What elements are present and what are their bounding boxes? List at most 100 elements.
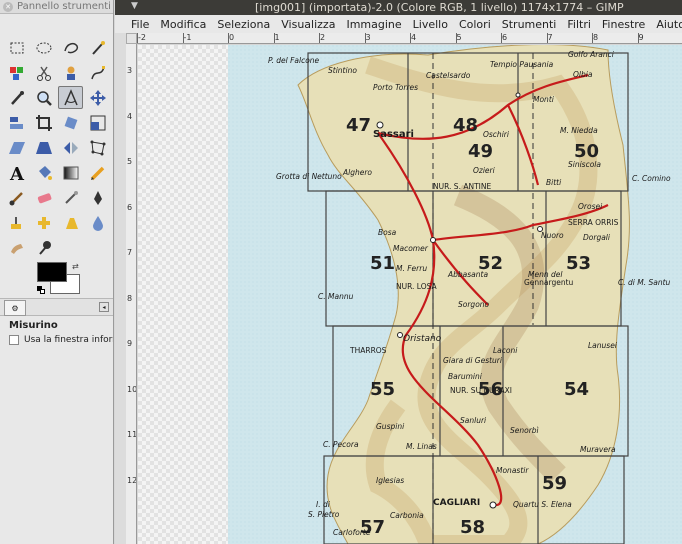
align-icon [9, 116, 23, 129]
flip-tool[interactable] [58, 136, 83, 159]
svg-text:P. del Falcone: P. del Falcone [268, 56, 320, 65]
rotate-icon [64, 116, 77, 129]
align-tool[interactable] [4, 111, 29, 134]
ink-tool[interactable] [85, 186, 110, 209]
rect-select-tool[interactable] [4, 36, 29, 59]
blur-tool[interactable] [85, 211, 110, 234]
svg-text:Senorbì: Senorbì [510, 426, 539, 435]
paths-tool[interactable] [85, 61, 110, 84]
use-info-window-option[interactable]: Usa la finestra informazioni [9, 335, 113, 345]
shear-icon [8, 141, 25, 154]
svg-text:Olbia: Olbia [573, 70, 593, 79]
menu-strumenti[interactable]: Strumenti [502, 18, 557, 31]
smudge-tool[interactable] [4, 236, 29, 259]
svg-text:Macomer: Macomer [393, 244, 429, 253]
svg-text:Porto Torres: Porto Torres [373, 83, 418, 92]
svg-text:Dorgali: Dorgali [583, 233, 611, 242]
menu-modifica[interactable]: Modifica [160, 18, 206, 31]
zoom-tool[interactable] [31, 86, 56, 109]
window-menu-icon[interactable]: ▼ [131, 1, 138, 11]
text-tool[interactable]: A [4, 161, 29, 184]
svg-text:A: A [9, 164, 25, 182]
toolbox-title: Pannello strumenti [17, 1, 111, 12]
svg-text:Sanluri: Sanluri [460, 416, 487, 425]
image-canvas[interactable]: 47 48 49 50 51 52 53 55 56 54 59 57 58 P. del Fal… [138, 45, 682, 544]
tab-menu-icon[interactable]: ◂ [99, 302, 109, 312]
svg-text:M. Linas: M. Linas [406, 442, 437, 451]
use-info-window-checkbox[interactable] [9, 335, 19, 345]
reset-colors-icon[interactable] [37, 286, 45, 294]
menu-colori[interactable]: Colori [459, 18, 491, 31]
menu-visualizza[interactable]: Visualizza [281, 18, 335, 31]
eraser-tool[interactable] [31, 186, 56, 209]
svg-text:M. Ferru: M. Ferru [396, 264, 427, 273]
clone-tool[interactable] [4, 211, 29, 234]
airbrush-icon [64, 190, 78, 204]
svg-text:C. Pecora: C. Pecora [323, 440, 359, 449]
blend-tool[interactable] [58, 161, 83, 184]
shear-tool[interactable] [4, 136, 29, 159]
menubar: File Modifica Seleziona Visualizza Immagine L… [115, 15, 682, 33]
dodge-burn-tool[interactable] [31, 236, 56, 259]
tool-options-tab[interactable]: ⚙ [4, 300, 26, 316]
cage-tool[interactable] [85, 136, 110, 159]
smudge-icon [10, 243, 23, 254]
svg-text:Oristano: Oristano [403, 334, 442, 344]
heal-tool[interactable] [31, 211, 56, 234]
free-select-tool[interactable] [58, 36, 83, 59]
scissors-tool[interactable] [31, 61, 56, 84]
svg-text:M. Niedda: M. Niedda [560, 126, 598, 135]
svg-text:Monastir: Monastir [496, 466, 529, 475]
perspective-tool[interactable] [31, 136, 56, 159]
scale-tool[interactable] [85, 111, 110, 134]
tool-options-tabbar: ⚙ ◂ [0, 298, 113, 316]
svg-text:51: 51 [370, 253, 395, 274]
menu-immagine[interactable]: Immagine [346, 18, 401, 31]
menu-filtri[interactable]: Filtri [567, 18, 591, 31]
pencil-tool[interactable] [85, 161, 110, 184]
fuzzy-select-icon [91, 40, 105, 55]
clone-icon [10, 216, 21, 229]
color-select-tool[interactable] [4, 61, 29, 84]
measure-tool[interactable] [58, 86, 83, 109]
vruler-label: 12 [127, 475, 137, 485]
ellipse-select-tool[interactable] [31, 36, 56, 59]
menu-seleziona[interactable]: Seleziona [217, 18, 270, 31]
svg-text:S. Pietro: S. Pietro [308, 510, 340, 519]
menu-finestre[interactable]: Finestre [602, 18, 645, 31]
perspective-clone-tool[interactable] [58, 211, 83, 234]
vertical-ruler[interactable]: 3 4 5 6 7 8 9 10 11 12 [126, 44, 137, 544]
menu-aiuto[interactable]: Aiuto [656, 18, 682, 31]
menu-file[interactable]: File [131, 18, 149, 31]
paintbrush-tool[interactable] [4, 186, 29, 209]
svg-text:53: 53 [566, 253, 591, 274]
rotate-tool[interactable] [58, 111, 83, 134]
fuzzy-select-tool[interactable] [85, 36, 110, 59]
quick-mask-toggle[interactable] [126, 33, 137, 44]
move-tool[interactable] [85, 86, 110, 109]
svg-text:Alghero: Alghero [342, 168, 372, 177]
foreground-select-icon [66, 66, 75, 80]
foreground-color-swatch[interactable] [37, 262, 67, 282]
bucket-fill-tool[interactable] [31, 161, 56, 184]
color-picker-tool[interactable] [4, 86, 29, 109]
svg-text:Barumini: Barumini [448, 372, 483, 381]
swap-colors-icon[interactable]: ⇄ [72, 262, 79, 271]
scale-icon [90, 115, 105, 130]
horizontal-ruler[interactable]: -2 -1 0 1 2 3 4 5 6 7 8 9 [137, 33, 682, 44]
close-icon[interactable]: ✕ [3, 1, 13, 12]
airbrush-tool[interactable] [58, 186, 83, 209]
svg-text:Lanusei: Lanusei [588, 341, 618, 350]
svg-text:Bosa: Bosa [378, 228, 397, 237]
window-titlebar: ▼ [img001] (importata)-2.0 (Colore RGB, … [115, 0, 682, 15]
toolbox-panel: ✕ Pannello strumenti A ⇄ ⚙ ◂ Misurino Us… [0, 0, 114, 544]
crop-icon [35, 114, 52, 131]
hruler-label: 3 [365, 33, 371, 42]
vruler-label: 7 [127, 248, 133, 257]
vruler-label: 8 [127, 293, 133, 303]
svg-text:Stintino: Stintino [328, 66, 357, 75]
color-area: ⇄ [37, 262, 83, 296]
crop-tool[interactable] [31, 111, 56, 134]
menu-livello[interactable]: Livello [413, 18, 448, 31]
foreground-select-tool[interactable] [58, 61, 83, 84]
